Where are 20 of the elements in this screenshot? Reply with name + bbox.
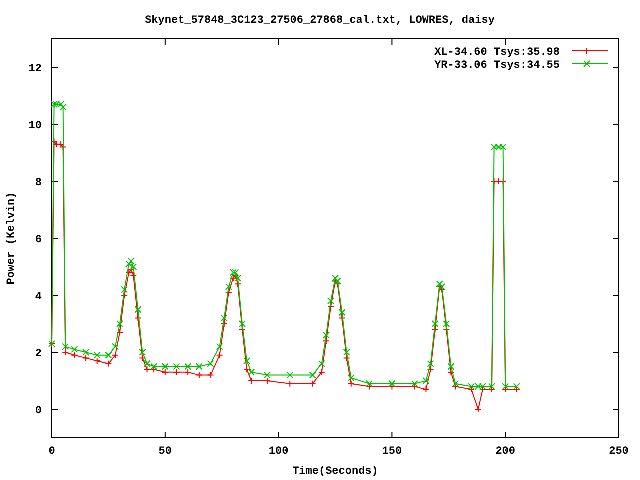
axis-label: Power (Kelvin) <box>6 192 18 285</box>
tick-label: 8 <box>35 178 42 190</box>
legend-label: XL-34.60 Tsys:35.98 <box>434 47 560 59</box>
tick-label: 12 <box>28 64 42 76</box>
tick-label: 100 <box>268 446 289 458</box>
tick-label: 200 <box>496 446 516 458</box>
legend-swatch <box>572 60 608 68</box>
tick-label: 2 <box>35 348 42 360</box>
legend-swatch <box>572 48 608 54</box>
chart-title: Skynet_57848_3C123_27506_27868_cal.txt, LOWRES, daisy <box>145 15 495 27</box>
tick-label: 0 <box>35 406 42 418</box>
tick-label: 4 <box>35 292 42 304</box>
tick-label: 250 <box>609 446 629 458</box>
legend-label: YR-33.06 Tsys:34.55 <box>434 60 560 72</box>
tick-label: 50 <box>158 446 172 458</box>
tick-label: 0 <box>48 446 56 458</box>
axis-label: Time(Seconds) <box>292 466 378 478</box>
tick-label: 10 <box>28 120 42 132</box>
tick-label: 150 <box>382 446 402 458</box>
tick-label: 6 <box>35 234 42 246</box>
